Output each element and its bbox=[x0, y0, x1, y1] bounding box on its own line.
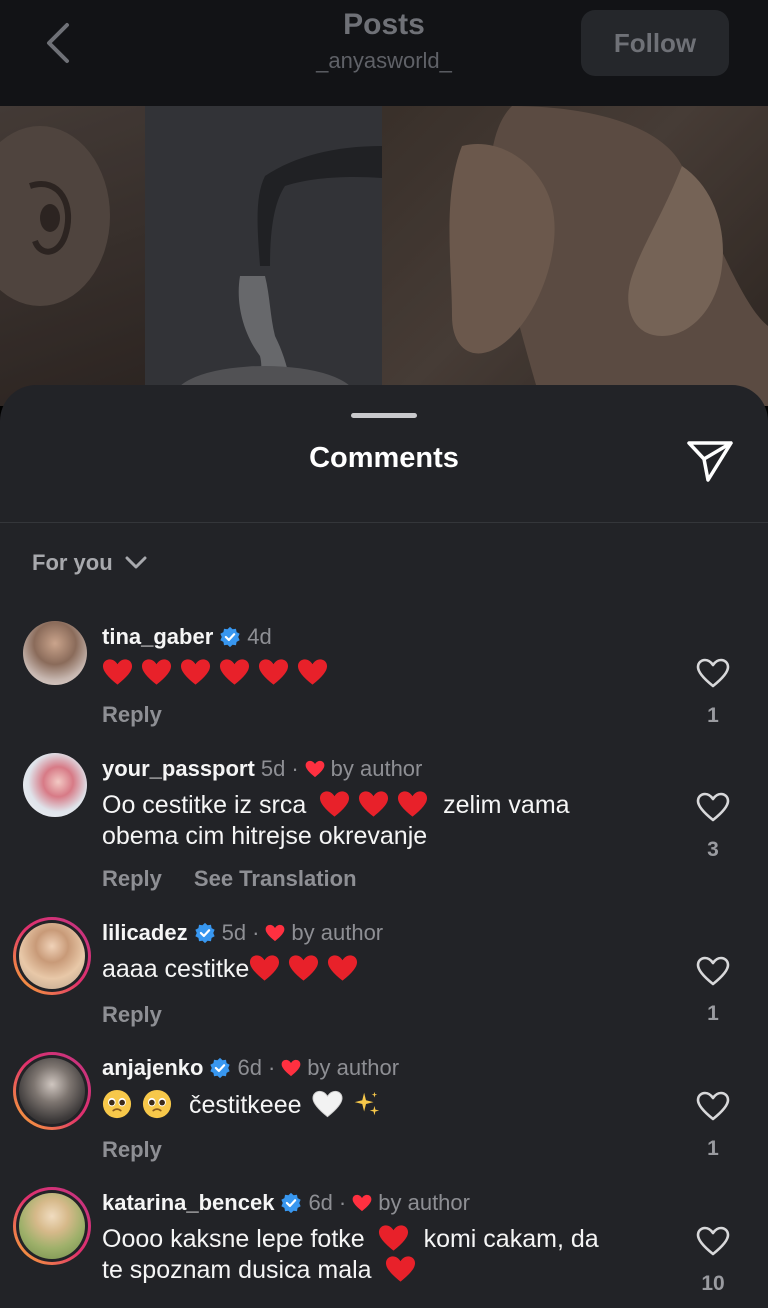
verified-badge-icon bbox=[194, 922, 215, 944]
red-heart-emoji-icon bbox=[219, 659, 250, 685]
heart-outline-icon[interactable] bbox=[696, 956, 730, 986]
avatar bbox=[19, 1058, 85, 1124]
see-translation-button[interactable]: See Translation bbox=[194, 866, 357, 892]
post-photo-holding-hands bbox=[382, 106, 768, 406]
avatar[interactable] bbox=[23, 621, 87, 685]
comment-username[interactable]: lilicadez bbox=[102, 920, 188, 946]
author-liked-heart-icon bbox=[352, 1194, 372, 1212]
red-heart-emoji-icon bbox=[180, 659, 211, 685]
comment-meta: your_passport 5d · by author bbox=[102, 756, 423, 782]
red-heart-emoji-icon bbox=[297, 659, 328, 685]
verified-badge-icon bbox=[281, 1192, 302, 1214]
verified-badge-icon bbox=[220, 626, 240, 648]
author-liked-heart-icon bbox=[266, 924, 285, 942]
red-heart-emoji-icon bbox=[250, 955, 280, 981]
comment-meta: tina_gaber 4d bbox=[102, 624, 272, 650]
comment-text: čestitkeee bbox=[102, 1089, 672, 1121]
comment-actions: Reply bbox=[102, 702, 162, 728]
sort-dropdown[interactable]: For you bbox=[32, 545, 147, 581]
comment-username[interactable]: anjajenko bbox=[102, 1055, 203, 1081]
sparkles-emoji-icon bbox=[354, 1091, 379, 1116]
red-heart-emoji-icon bbox=[141, 659, 172, 685]
comment-age: 4d bbox=[247, 624, 272, 649]
top-bar: Posts _anyasworld_ Follow bbox=[0, 0, 768, 106]
by-author-label: by author bbox=[291, 920, 384, 945]
heart-outline-icon[interactable] bbox=[696, 1226, 730, 1256]
red-heart-emoji-icon bbox=[398, 791, 428, 817]
reply-button[interactable]: Reply bbox=[102, 866, 162, 892]
red-heart-emoji-icon bbox=[102, 659, 133, 685]
comment-age: 5d bbox=[260, 756, 286, 781]
avatar-story-ring[interactable] bbox=[13, 1052, 91, 1130]
comments-title: Comments bbox=[309, 442, 459, 474]
comment-text: aaaa cestitke bbox=[102, 954, 672, 985]
heart-outline-icon[interactable] bbox=[696, 1091, 730, 1121]
white-heart-emoji-icon bbox=[311, 1090, 343, 1118]
by-author-label: by author bbox=[330, 756, 423, 781]
comment-meta: anjajenko 6d · by author bbox=[102, 1055, 400, 1081]
chevron-down-icon bbox=[125, 556, 147, 569]
comment-actions: Reply bbox=[102, 1137, 162, 1163]
comment-text: Oooo kaksne lepe fotke komi cakam, da te… bbox=[102, 1225, 599, 1284]
pleading-face-emoji-icon bbox=[102, 1089, 132, 1119]
pleading-face-emoji-icon bbox=[142, 1089, 172, 1119]
heart-outline-icon[interactable] bbox=[696, 792, 730, 822]
sheet-grabber[interactable] bbox=[351, 413, 417, 418]
like-count: 1 bbox=[707, 704, 719, 727]
like-count: 1 bbox=[707, 1137, 719, 1160]
like-count: 1 bbox=[707, 1002, 719, 1025]
red-heart-emoji-icon bbox=[289, 955, 319, 981]
comment-text-hearts bbox=[102, 658, 672, 689]
comment-age: 6d bbox=[308, 1190, 333, 1215]
avatar[interactable] bbox=[23, 753, 87, 817]
red-heart-emoji-icon bbox=[359, 791, 389, 817]
comment-username[interactable]: tina_gaber bbox=[102, 624, 213, 650]
sheet-divider bbox=[0, 522, 768, 523]
reply-button[interactable]: Reply bbox=[102, 702, 162, 728]
share-button[interactable] bbox=[686, 439, 734, 483]
red-heart-emoji-icon bbox=[328, 955, 358, 981]
red-heart-emoji-icon bbox=[378, 1225, 408, 1251]
avatar-story-ring[interactable] bbox=[13, 1187, 91, 1265]
by-author-label: by author bbox=[307, 1055, 400, 1080]
heart-outline-icon[interactable] bbox=[696, 658, 730, 688]
bottom-fade bbox=[0, 1294, 768, 1308]
verified-badge-icon bbox=[210, 1057, 231, 1079]
comment-meta: lilicadez 5d · by author bbox=[102, 920, 384, 946]
sort-label: For you bbox=[32, 550, 113, 575]
comment-text: Oo cestitke iz srca zelim vama obema cim… bbox=[102, 791, 570, 850]
like-count: 3 bbox=[707, 838, 719, 861]
comment-meta: katarina_bencek 6d · by author bbox=[102, 1190, 470, 1216]
red-heart-emoji-icon bbox=[320, 791, 350, 817]
comment-age: 6d bbox=[237, 1055, 262, 1080]
post-photo-strip bbox=[0, 106, 768, 406]
comment-age: 5d bbox=[221, 920, 247, 945]
by-author-label: by author bbox=[378, 1190, 470, 1215]
avatar bbox=[19, 923, 85, 989]
comment-username[interactable]: katarina_bencek bbox=[102, 1190, 274, 1216]
comment-username[interactable]: your_passport bbox=[102, 756, 255, 782]
post-photo-hand-feet bbox=[145, 106, 382, 406]
follow-button[interactable]: Follow bbox=[581, 10, 729, 76]
avatar bbox=[19, 1193, 85, 1259]
reply-button[interactable]: Reply bbox=[102, 1137, 162, 1163]
author-liked-heart-icon bbox=[305, 760, 325, 778]
avatar-story-ring[interactable] bbox=[13, 917, 91, 995]
author-liked-heart-icon bbox=[281, 1059, 301, 1077]
like-count: 10 bbox=[701, 1272, 725, 1295]
comment-actions: Reply See Translation bbox=[102, 866, 357, 892]
comment-actions: Reply bbox=[102, 1002, 162, 1028]
paper-plane-icon bbox=[687, 441, 733, 482]
red-heart-emoji-icon bbox=[258, 659, 289, 685]
post-photo-baby-ear bbox=[0, 106, 145, 406]
reply-button[interactable]: Reply bbox=[102, 1002, 162, 1028]
red-heart-emoji-icon bbox=[385, 1256, 415, 1282]
